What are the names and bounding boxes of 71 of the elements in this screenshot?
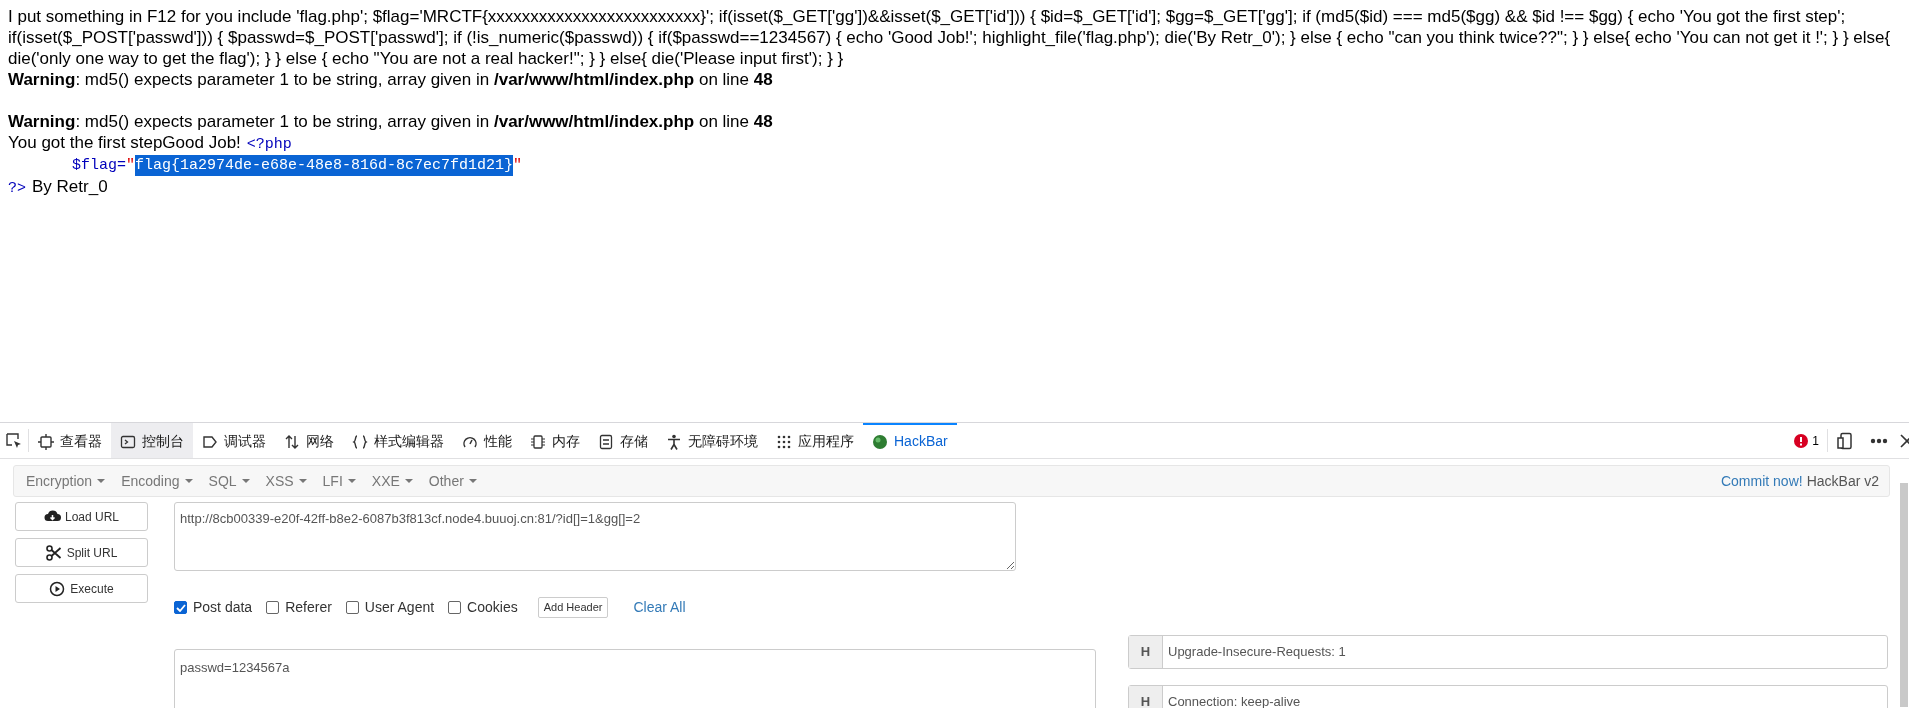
debugger-icon bbox=[202, 433, 218, 450]
header-value: Upgrade-Insecure-Requests: 1 bbox=[1167, 643, 1347, 662]
header-field[interactable]: H Upgrade-Insecure-Requests: 1 bbox=[1128, 635, 1888, 669]
person-icon bbox=[666, 433, 682, 450]
output-text: You got the first stepGood Job! bbox=[8, 132, 241, 153]
devtools-tab[interactable]: 样式编辑器 bbox=[343, 423, 453, 458]
header-key: H bbox=[1129, 636, 1163, 668]
hackbar-button[interactable]: Load URL bbox=[15, 502, 148, 531]
more-icon bbox=[1870, 437, 1888, 444]
inspector-icon bbox=[38, 433, 54, 450]
output-text: By Retr_0 bbox=[32, 176, 108, 197]
option-checkbox[interactable]: Referer bbox=[266, 597, 332, 618]
chip-icon bbox=[530, 433, 546, 450]
grid-icon bbox=[776, 433, 792, 450]
arrows-icon bbox=[284, 433, 300, 450]
devtools-tab[interactable]: 调试器 bbox=[193, 423, 275, 458]
console-icon bbox=[120, 433, 136, 450]
version-label: HackBar v2 bbox=[1806, 471, 1879, 491]
menu-dropdown[interactable]: Other bbox=[420, 470, 485, 492]
close-icon bbox=[1900, 433, 1909, 448]
caret-icon bbox=[184, 479, 193, 483]
braces-icon bbox=[352, 433, 368, 450]
hackbar-button[interactable]: Execute bbox=[15, 574, 148, 603]
error-icon bbox=[1794, 433, 1809, 448]
header-key: H bbox=[1129, 686, 1163, 708]
menu-dropdown[interactable]: XSS bbox=[257, 470, 315, 492]
php-close-tag: ?> bbox=[8, 178, 26, 199]
caret-icon bbox=[298, 479, 307, 483]
caret-icon bbox=[97, 479, 106, 483]
url-field[interactable]: http://8cb00339-e20f-42ff-b8e2-6087b3f813cf.node4.buuoj.cn:81/?id[]=1&gg[]=2 bbox=[174, 502, 1016, 571]
caret-icon bbox=[468, 479, 477, 483]
warning-message: Warning: md5() expects parameter 1 to be string, array given in /var/www/html/index.php on line 48 bbox=[8, 111, 774, 132]
hackbar-button[interactable]: Split URL bbox=[15, 538, 148, 567]
code-variable: $flag= bbox=[72, 156, 126, 176]
play-icon bbox=[49, 580, 67, 597]
option-checkbox[interactable]: Post data bbox=[174, 597, 253, 618]
devtools-tab[interactable]: 无障碍环境 bbox=[657, 423, 767, 458]
menu-dropdown[interactable]: LFI bbox=[314, 470, 364, 492]
warning-message: Warning: md5() expects parameter 1 to be string, array given in /var/www/html/index.php on line 48 bbox=[8, 69, 774, 90]
devtools-tab[interactable]: 存储 bbox=[589, 423, 657, 458]
clear-all-link[interactable]: Clear All bbox=[633, 597, 686, 618]
caret-icon bbox=[404, 479, 413, 483]
menu-dropdown[interactable]: SQL bbox=[200, 470, 258, 492]
commit-link[interactable]: Commit now! bbox=[1720, 470, 1803, 492]
php-open-tag: <?php bbox=[246, 134, 292, 155]
element-picker-icon bbox=[6, 432, 22, 449]
responsive-design-icon bbox=[1836, 431, 1854, 450]
devtools-tab[interactable]: 应用程序 bbox=[767, 423, 863, 458]
caret-icon bbox=[241, 479, 250, 483]
option-checkbox[interactable]: Cookies bbox=[448, 597, 518, 618]
devtools-tab[interactable]: 性能 bbox=[453, 423, 521, 458]
menu-dropdown[interactable]: XXE bbox=[363, 470, 421, 492]
add-header-button[interactable]: Add Header bbox=[537, 597, 609, 618]
caret-icon bbox=[347, 479, 356, 483]
devtools-tab[interactable]: 查看器 bbox=[29, 423, 111, 458]
ball-icon bbox=[872, 433, 888, 450]
post-data-field[interactable]: passwd=1234567a bbox=[174, 649, 1096, 708]
code-quote: " bbox=[513, 156, 523, 176]
devtools-tab[interactable]: HackBar bbox=[863, 423, 957, 458]
scissors-icon bbox=[45, 544, 63, 561]
flag-string: flag{1a2974de-e68e-48e8-816d-8c7ec7fd1d21} bbox=[135, 155, 514, 176]
menu-dropdown[interactable]: Encoding bbox=[113, 470, 201, 492]
checkmark-icon bbox=[175, 603, 186, 612]
code-quote: " bbox=[126, 156, 136, 176]
error-count[interactable]: 1 bbox=[1786, 423, 1827, 458]
devtools-tab[interactable]: 内存 bbox=[521, 423, 589, 458]
option-checkbox[interactable]: User Agent bbox=[345, 597, 435, 618]
menu-dropdown[interactable]: Encryption bbox=[18, 470, 114, 492]
devtools-tab[interactable]: 控制台 bbox=[111, 423, 193, 458]
devtools-tab[interactable]: 网络 bbox=[275, 423, 343, 458]
document-icon bbox=[598, 433, 614, 450]
